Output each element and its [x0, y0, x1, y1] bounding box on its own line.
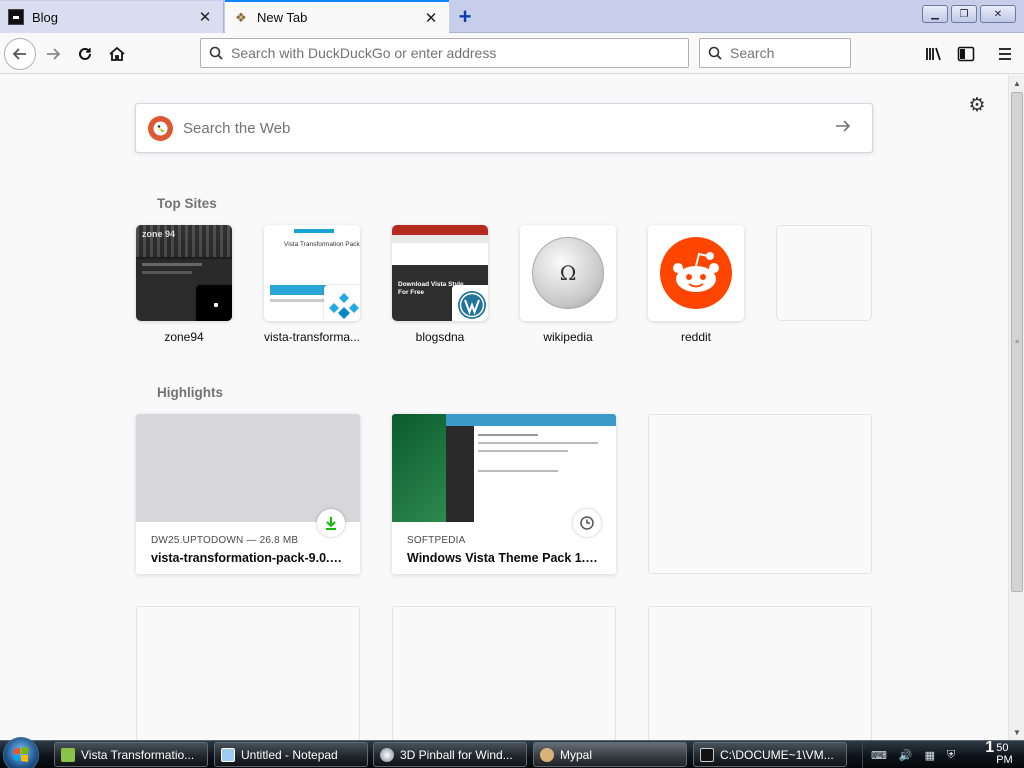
- library-icon[interactable]: [919, 39, 949, 69]
- forward-arrow-icon[interactable]: [38, 39, 68, 69]
- wikipedia-glyph: Ω: [559, 261, 577, 285]
- taskbar-item-label: Untitled - Notepad: [241, 747, 338, 762]
- highlight-preview: [392, 414, 616, 522]
- taskbar-item-label: Mypal: [560, 747, 593, 762]
- url-bar-placeholder: Search with DuckDuckGo or enter address: [231, 45, 497, 61]
- highlight-placeholder: [392, 606, 616, 740]
- highlight-title: Windows Vista Theme Pack 1.0 -...: [407, 551, 601, 565]
- home-icon[interactable]: [102, 39, 132, 69]
- new-tab-page: ⚙ Search the Web Top Sites zone 94 zone9…: [0, 75, 1008, 740]
- arrow-right-icon[interactable]: [834, 118, 858, 139]
- top-site-tile-blogsdna[interactable]: Download Vista Style For Free: [392, 225, 488, 321]
- top-site-tile-zone94[interactable]: zone 94: [136, 225, 232, 321]
- taskbar-item-label: 3D Pinball for Wind...: [400, 747, 513, 762]
- back-arrow-icon[interactable]: [4, 38, 36, 70]
- taskbar-item-command-prompt[interactable]: C:\DOCUME~1\VM...: [693, 742, 847, 767]
- highlight-source: DW25.UPTODOWN — 26.8 MB: [151, 535, 299, 546]
- taskbar-item-notepad[interactable]: Untitled - Notepad: [214, 742, 368, 767]
- top-site-label: reddit: [680, 330, 712, 344]
- scroll-down-arrow-icon[interactable]: ▼: [1009, 724, 1024, 740]
- taskbar-clock[interactable]: 1 50 PM: [980, 739, 1018, 767]
- taskbar-item-label: Vista Transformatio...: [81, 747, 195, 762]
- network-icon[interactable]: ▦: [925, 749, 935, 762]
- command-prompt-icon: [700, 747, 714, 762]
- highlights-heading: Highlights: [157, 385, 223, 400]
- highlight-source: SOFTPEDIA: [407, 535, 466, 546]
- highlight-title: vista-transformation-pack-9.0.1...: [151, 551, 345, 565]
- restore-icon[interactable]: ❐: [951, 5, 977, 23]
- top-site-label: wikipedia: [543, 330, 593, 344]
- reload-icon[interactable]: [70, 39, 100, 69]
- uptodown-favicon-icon: [324, 285, 360, 321]
- close-window-icon[interactable]: ✕: [980, 5, 1016, 23]
- top-site-tile-wikipedia[interactable]: Ω: [520, 225, 616, 321]
- url-bar[interactable]: Search with DuckDuckGo or enter address: [200, 38, 689, 68]
- vista-transformation-icon: [61, 747, 75, 762]
- top-site-label: blogsdna: [415, 330, 465, 344]
- sidebar-icon[interactable]: [951, 39, 981, 69]
- highlight-preview: [136, 414, 360, 522]
- clock-ampm: PM: [996, 754, 1013, 766]
- search-icon: [708, 46, 722, 60]
- vista-thumbnail-text: Vista Transformation Pack: [284, 241, 360, 248]
- highlight-placeholder: [648, 414, 872, 574]
- tab-title: Blog: [32, 9, 59, 25]
- start-button-windows-logo-icon[interactable]: [3, 737, 39, 768]
- security-shield-icon[interactable]: ⛨: [947, 749, 955, 762]
- zone94-thumbnail-text: zone 94: [142, 229, 176, 239]
- windows-taskbar: Vista Transformatio... Untitled - Notepa…: [0, 737, 1024, 768]
- taskbar-item-vista-transformation[interactable]: Vista Transformatio...: [54, 742, 208, 767]
- search-bar-placeholder: Search: [730, 45, 775, 61]
- tab-blog[interactable]: Blog ✕: [0, 1, 224, 33]
- web-search-box[interactable]: Search the Web: [135, 103, 873, 153]
- top-site-placeholder: [776, 225, 872, 321]
- window-controls: ▁ ❐ ✕: [922, 5, 1016, 23]
- clock-hour: 1: [985, 739, 995, 756]
- zone94-favicon-icon: [196, 285, 232, 321]
- clock-minutes: 50: [996, 742, 1009, 754]
- scrollbar-thumb[interactable]: ≡: [1011, 92, 1023, 592]
- web-search-placeholder: Search the Web: [183, 119, 291, 137]
- mypal-favicon-icon: ❖: [235, 9, 247, 25]
- top-site-label: zone94: [164, 330, 204, 344]
- gear-icon[interactable]: ⚙: [966, 94, 988, 116]
- duckduckgo-logo-icon: [148, 115, 173, 141]
- search-bar[interactable]: Search: [699, 38, 851, 68]
- new-tab-plus-icon[interactable]: +: [452, 4, 478, 30]
- close-tab-icon[interactable]: ✕: [423, 10, 439, 27]
- navigation-toolbar: Search with DuckDuckGo or enter address …: [0, 34, 1024, 74]
- mypal-icon: [540, 747, 554, 762]
- highlight-placeholder: [136, 606, 360, 740]
- vertical-scrollbar[interactable]: ▲ ≡ ▼: [1008, 75, 1024, 740]
- tab-strip: Blog ✕ ❖ New Tab ✕ + ▁ ❐ ✕: [0, 0, 1024, 33]
- highlight-card[interactable]: DW25.UPTODOWN — 26.8 MB vista-transforma…: [136, 414, 360, 574]
- minimize-icon[interactable]: ▁: [922, 5, 948, 23]
- wikipedia-globe-icon: Ω: [520, 225, 616, 321]
- top-site-label: vista-transforma...: [263, 330, 361, 344]
- download-icon: [317, 509, 345, 537]
- tab-new-tab[interactable]: ❖ New Tab ✕: [225, 0, 449, 33]
- tab-title: New Tab: [257, 10, 308, 25]
- clock-icon: [573, 509, 601, 537]
- pinball-icon: [380, 747, 394, 762]
- top-site-tile-reddit[interactable]: [648, 225, 744, 321]
- wordpress-favicon-icon: [452, 285, 488, 321]
- reddit-icon: [648, 225, 744, 321]
- volume-icon[interactable]: 🔊: [899, 749, 913, 762]
- taskbar-item-pinball[interactable]: 3D Pinball for Wind...: [373, 742, 527, 767]
- highlight-placeholder: [648, 606, 872, 740]
- top-site-tile-vista-transformation[interactable]: Vista Transformation Pack: [264, 225, 360, 321]
- keyboard-icon[interactable]: ⌨: [871, 749, 887, 762]
- scroll-up-arrow-icon[interactable]: ▲: [1009, 75, 1024, 91]
- top-sites-heading: Top Sites: [157, 196, 217, 211]
- highlight-card[interactable]: SOFTPEDIA Windows Vista Theme Pack 1.0 -…: [392, 414, 616, 574]
- hamburger-menu-icon[interactable]: [990, 39, 1020, 69]
- taskbar-item-mypal[interactable]: Mypal: [533, 742, 687, 767]
- taskbar-item-label: C:\DOCUME~1\VM...: [720, 747, 834, 762]
- blog-favicon-icon: [8, 9, 24, 25]
- close-tab-icon[interactable]: ✕: [197, 9, 213, 26]
- search-icon: [209, 46, 223, 60]
- notepad-icon: [221, 747, 235, 762]
